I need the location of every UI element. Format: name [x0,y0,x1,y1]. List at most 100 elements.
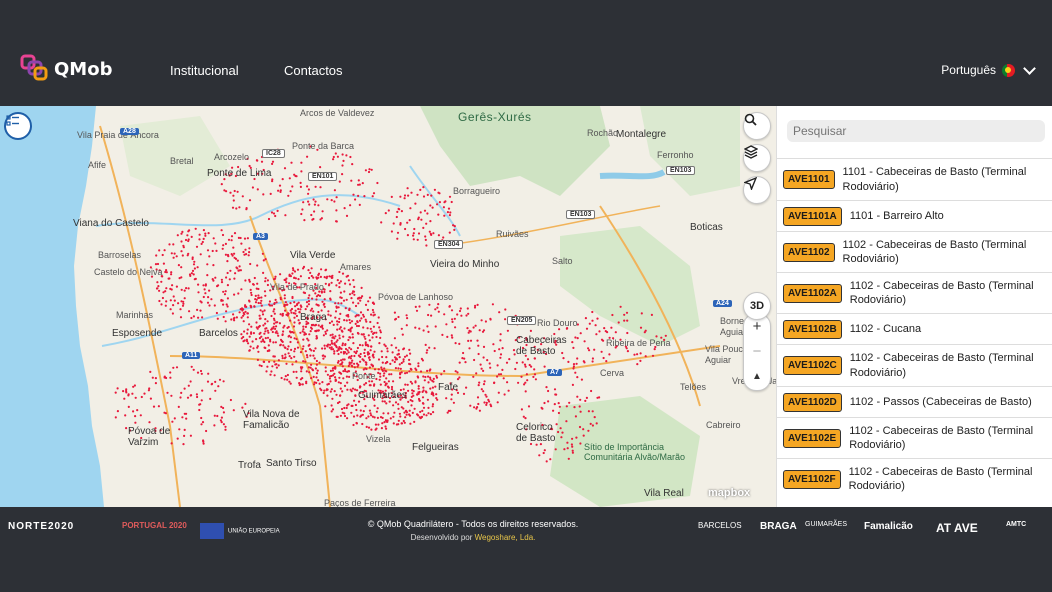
bus-stop-dot[interactable] [361,182,364,185]
bus-stop-dot[interactable] [260,364,263,368]
bus-stop-dot[interactable] [224,253,227,256]
bus-stop-dot[interactable] [431,206,434,209]
bus-stop-dot[interactable] [545,460,548,463]
bus-stop-dot[interactable] [269,340,272,343]
bus-stop-dot[interactable] [289,190,292,193]
bus-stop-dot[interactable] [579,442,582,445]
bus-stop-dot[interactable] [193,260,196,263]
bus-stop-dot[interactable] [430,194,433,197]
bus-stop-dot[interactable] [410,191,413,194]
bus-stop-dot[interactable] [403,197,406,200]
bus-stop-dot[interactable] [339,394,342,397]
bus-stop-dot[interactable] [427,381,430,384]
bus-stop-dot[interactable] [342,377,345,380]
bus-stop-dot[interactable] [436,203,439,206]
bus-stop-dot[interactable] [403,194,407,197]
bus-stop-dot[interactable] [329,390,332,393]
bus-stop-dot[interactable] [285,362,288,365]
bus-stop-dot[interactable] [386,419,389,422]
bus-stop-dot[interactable] [568,401,571,404]
bus-stop-dot[interactable] [377,423,380,426]
bus-stop-dot[interactable] [335,340,338,343]
bus-stop-dot[interactable] [349,204,352,207]
bus-stop-dot[interactable] [364,341,367,344]
bus-stop-dot[interactable] [215,311,218,315]
bus-stop-dot[interactable] [196,266,199,269]
bus-stop-dot[interactable] [164,304,167,307]
bus-stop-dot[interactable] [346,381,349,384]
bus-stop-dot[interactable] [157,405,160,408]
bus-stop-dot[interactable] [432,232,435,235]
bus-stop-dot[interactable] [579,398,582,401]
bus-stop-dot[interactable] [180,391,183,394]
bus-stop-dot[interactable] [345,298,348,301]
bus-stop-dot[interactable] [547,389,550,393]
bus-stop-dot[interactable] [246,237,249,240]
bus-stop-dot[interactable] [313,203,316,206]
bus-stop-dot[interactable] [353,366,356,369]
bus-stop-dot[interactable] [345,154,348,157]
bus-stop-dot[interactable] [310,213,313,217]
bus-stop-dot[interactable] [328,377,331,380]
bus-stop-dot[interactable] [189,274,192,277]
bus-stop-dot[interactable] [339,312,342,315]
bus-stop-dot[interactable] [604,330,607,333]
bus-stop-dot[interactable] [226,260,229,263]
bus-stop-dot[interactable] [319,387,322,390]
bus-stop-dot[interactable] [420,218,423,221]
bus-stop-dot[interactable] [263,332,266,335]
bus-stop-dot[interactable] [131,392,134,395]
bus-stop-dot[interactable] [504,308,507,311]
bus-stop-dot[interactable] [497,373,501,376]
bus-stop-dot[interactable] [255,338,258,341]
bus-stop-dot[interactable] [233,293,236,296]
bus-stop-dot[interactable] [385,382,388,385]
bus-stop-dot[interactable] [466,327,469,330]
bus-stop-dot[interactable] [266,283,269,287]
bus-stop-dot[interactable] [306,305,309,308]
bus-stop-dot[interactable] [220,416,223,419]
bus-stop-dot[interactable] [284,353,287,356]
bus-stop-dot[interactable] [650,313,654,316]
bus-stop-dot[interactable] [206,380,210,383]
bus-stop-dot[interactable] [347,370,350,373]
bus-stop-dot[interactable] [381,416,384,419]
bus-stop-dot[interactable] [407,194,410,197]
bus-stop-dot[interactable] [572,365,576,368]
bus-stop-dot[interactable] [401,333,404,336]
bus-stop-dot[interactable] [331,342,334,345]
bus-stop-dot[interactable] [266,320,269,323]
bus-stop-dot[interactable] [424,390,427,393]
bus-stop-dot[interactable] [211,249,214,253]
bus-stop-dot[interactable] [446,211,449,214]
bus-stop-dot[interactable] [273,360,276,363]
bus-stop-dot[interactable] [450,309,454,312]
bus-stop-dot[interactable] [307,269,310,272]
bus-stop-dot[interactable] [390,344,393,347]
bus-stop-dot[interactable] [248,280,251,283]
bus-stop-dot[interactable] [183,387,186,390]
bus-stop-dot[interactable] [305,354,309,357]
bus-stop-dot[interactable] [583,340,586,343]
bus-stop-dot[interactable] [169,376,172,379]
bus-stop-dot[interactable] [329,290,332,293]
bus-stop-dot[interactable] [572,363,576,366]
bus-stop-dot[interactable] [386,347,389,350]
bus-stop-dot[interactable] [341,344,344,347]
bus-stop-dot[interactable] [169,371,172,374]
bus-stop-dot[interactable] [571,449,574,452]
bus-stop-dot[interactable] [357,314,360,317]
bus-stop-dot[interactable] [591,319,594,322]
bus-stop-dot[interactable] [206,249,210,252]
bus-stop-dot[interactable] [397,315,400,319]
bus-stop-dot[interactable] [359,355,362,358]
bus-stop-dot[interactable] [351,292,354,295]
bus-stop-dot[interactable] [180,266,183,269]
bus-stop-dot[interactable] [334,379,337,382]
bus-stop-dot[interactable] [294,309,297,312]
bus-stop-dot[interactable] [421,359,424,362]
bus-stop-dot[interactable] [339,414,342,417]
bus-stop-dot[interactable] [331,397,334,400]
bus-stop-dot[interactable] [292,269,295,272]
bus-stop-dot[interactable] [277,334,280,337]
